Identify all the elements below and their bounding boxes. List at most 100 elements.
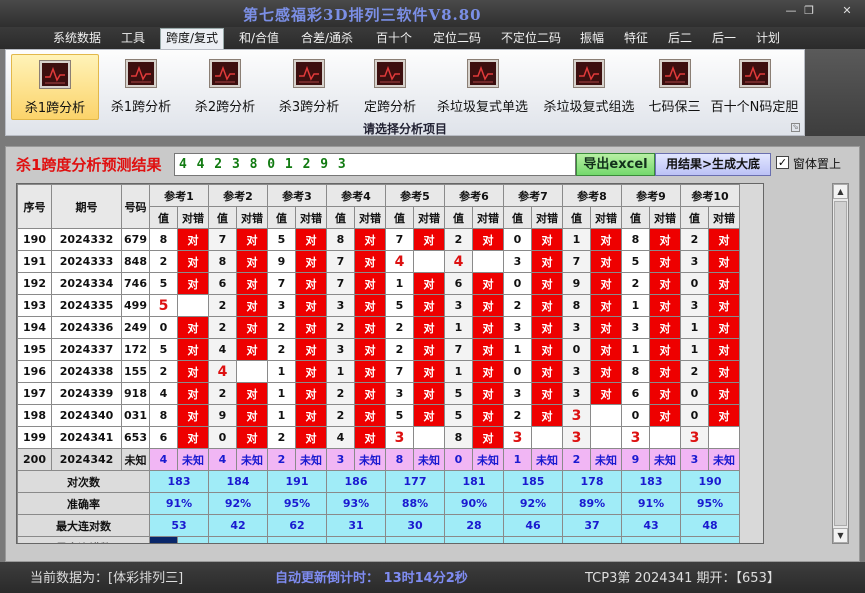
- cell-issue: 2024332: [51, 228, 122, 251]
- cell-value: 8: [444, 426, 473, 449]
- cell-value: 0: [503, 360, 532, 383]
- menu-last-one[interactable]: 后一: [707, 30, 741, 49]
- ontop-checkbox[interactable]: ✓: [776, 156, 789, 169]
- cell-hit: 对: [590, 360, 622, 383]
- cell-seq: 200: [17, 448, 52, 471]
- cell-hit: 未知: [472, 448, 504, 471]
- stats-value: 88%: [385, 492, 445, 515]
- cell-hit: 对: [413, 404, 445, 427]
- cell-hit: 对: [472, 404, 504, 427]
- menu-last-two[interactable]: 后二: [663, 30, 697, 49]
- generate-base-button[interactable]: 用结果>生成大底: [655, 153, 771, 176]
- cell-value: 2: [149, 250, 178, 273]
- stats-value: 183: [149, 470, 209, 493]
- restore-icon[interactable]: ❐: [798, 4, 820, 17]
- stats-row: 准确率 91% 92% 95% 93% 88% 90% 92% 89% 91% 95%: [17, 492, 740, 515]
- cell-hit: 对: [472, 360, 504, 383]
- stats-marker[interactable]: [149, 536, 178, 543]
- cell-hit: 对: [295, 316, 327, 339]
- cell-value: 5: [267, 228, 296, 251]
- scroll-up-icon[interactable]: ▲: [833, 184, 848, 199]
- table-row[interactable]: 199 2024341 653 6 对 0 对 2 对 4 对 3 8 对 3 3 3 3: [17, 426, 740, 449]
- ribbon-fixed-span[interactable]: 定跨分析: [351, 54, 429, 120]
- ribbon-junk-single[interactable]: 杀垃圾复式单选: [429, 54, 536, 120]
- result-field[interactable]: 4 4 2 3 8 0 1 2 9 3: [174, 153, 576, 176]
- cell-value: 7: [385, 360, 414, 383]
- table-row[interactable]: 194 2024336 249 0 对 2 对 2 对 2 对 2 对 1 对 3 对 3 对 3 对 1 对: [17, 316, 740, 339]
- stats-value: 92%: [208, 492, 268, 515]
- menu-amplitude[interactable]: 振幅: [575, 30, 609, 49]
- menu-position-two-code[interactable]: 定位二码: [428, 30, 486, 49]
- table-row[interactable]: 190 2024332 679 8 对 7 对 5 对 8 对 7 对 2 对 0 对 1 对 8 对 2 对: [17, 228, 740, 251]
- table-row[interactable]: 196 2024338 155 2 对 4 1 对 1 对 7 对 1 对 0 对 3 对 8 对 2 对: [17, 360, 740, 383]
- menu-span-compound[interactable]: 跨度/复式: [160, 28, 225, 49]
- table-row[interactable]: 192 2024334 746 5 对 6 对 7 对 7 对 1 对 6 对 0 对 9 对 2 对 0 对: [17, 272, 740, 295]
- menu-system-data[interactable]: 系统数据: [48, 30, 106, 49]
- stats-value: 42: [208, 514, 268, 537]
- header-reference: 参考5: [385, 184, 445, 207]
- ribbon-kill1-span-selected[interactable]: 杀1跨分析: [11, 54, 99, 120]
- cell-value: 3: [562, 360, 591, 383]
- ribbon-kill3-span[interactable]: 杀3跨分析: [267, 54, 351, 120]
- cell-value: 2: [680, 360, 709, 383]
- cell-value: 1: [562, 228, 591, 251]
- cell-hit: 对: [177, 228, 209, 251]
- export-excel-button[interactable]: 导出excel: [576, 153, 655, 176]
- cell-value: 8: [208, 250, 237, 273]
- menu-sum-value[interactable]: 和/合值: [234, 30, 284, 49]
- cell-hit: 对: [354, 316, 386, 339]
- header-reference: 参考3: [267, 184, 327, 207]
- cell-value: 2: [267, 338, 296, 361]
- table-row[interactable]: 195 2024337 172 5 对 4 对 2 对 3 对 2 对 7 对 1 对 0 对 1 对 1 对: [17, 338, 740, 361]
- menu-diff-kill[interactable]: 合差/通杀: [296, 30, 358, 49]
- table-row[interactable]: 193 2024335 499 5 2 对 3 对 3 对 5 对 3 对 2 对 8 对 1 对 3 对: [17, 294, 740, 317]
- cell-hit: 对: [295, 250, 327, 273]
- stats-value: 2: [562, 536, 622, 543]
- cell-value: 3: [562, 316, 591, 339]
- close-icon[interactable]: ✕: [836, 4, 858, 17]
- stats-value: 1: [680, 536, 740, 543]
- stats-value: 37: [562, 514, 622, 537]
- table-row[interactable]: 198 2024340 031 8 对 9 对 1 对 2 对 5 对 5 对 2 对 3 0 对 0 对: [17, 404, 740, 427]
- menu-feature[interactable]: 特征: [619, 30, 653, 49]
- menu-unposition-two-code[interactable]: 不定位二码: [496, 30, 566, 49]
- cell-hit: 未知: [413, 448, 445, 471]
- scroll-thumb[interactable]: [834, 201, 847, 526]
- cell-value: 1: [503, 338, 532, 361]
- table-row[interactable]: 197 2024339 918 4 对 2 对 1 对 2 对 3 对 5 对 3 对 3 对 6 对 0 对: [17, 382, 740, 405]
- cell-value: 2: [562, 448, 591, 471]
- cell-hit: 对: [708, 228, 740, 251]
- scroll-down-icon[interactable]: ▼: [833, 528, 848, 543]
- menu-hundreds-tens-units[interactable]: 百十个: [371, 30, 417, 49]
- cell-hit: [590, 404, 622, 427]
- cell-hit: 对: [413, 316, 445, 339]
- ribbon-group-label: 请选择分析项目: [362, 122, 447, 136]
- ribbon-expand-icon[interactable]: ⬂: [791, 123, 800, 132]
- cell-hit: 对: [354, 360, 386, 383]
- ribbon-n-code-bravery[interactable]: 百十个N码定胆: [707, 54, 802, 120]
- cell-value: 6: [444, 272, 473, 295]
- menu-plan[interactable]: 计划: [751, 30, 785, 49]
- current-row[interactable]: 200 2024342 未知 4 未知 4 未知 2 未知 3 未知 8 未知 0 未知 1 未知 2 未知 9 未知 3…: [17, 448, 740, 471]
- cell-hit: 对: [708, 360, 740, 383]
- menu-tools[interactable]: 工具: [116, 30, 150, 49]
- cell-hit: 未知: [236, 448, 268, 471]
- cell-hit: [590, 426, 622, 449]
- stats-value: 95%: [680, 492, 740, 515]
- cell-value: 3: [503, 382, 532, 405]
- chart-icon: [210, 60, 240, 87]
- stats-value: 2: [177, 536, 209, 543]
- header-seq: 序号: [17, 184, 52, 229]
- stats-row: 最大连对数 53 42 62 31 30 28 46 37 43 48: [17, 514, 740, 537]
- cell-value: 3: [562, 426, 591, 449]
- ribbon-kill1-span[interactable]: 杀1跨分析: [99, 54, 183, 120]
- cell-hit: 对: [708, 316, 740, 339]
- table-row[interactable]: 191 2024333 848 2 对 8 对 9 对 7 对 4 4 3 对 7 对 5 对 3 对: [17, 250, 740, 273]
- ribbon-kill2-span[interactable]: 杀2跨分析: [183, 54, 267, 120]
- stats-value: 30: [385, 514, 445, 537]
- cell-hit: 对: [413, 272, 445, 295]
- ribbon-seven-code[interactable]: 七码保三: [642, 54, 707, 120]
- cell-value: 3: [326, 338, 355, 361]
- vertical-scrollbar[interactable]: ▲ ▼: [832, 183, 849, 544]
- ribbon-junk-group[interactable]: 杀垃圾复式组选: [536, 54, 642, 120]
